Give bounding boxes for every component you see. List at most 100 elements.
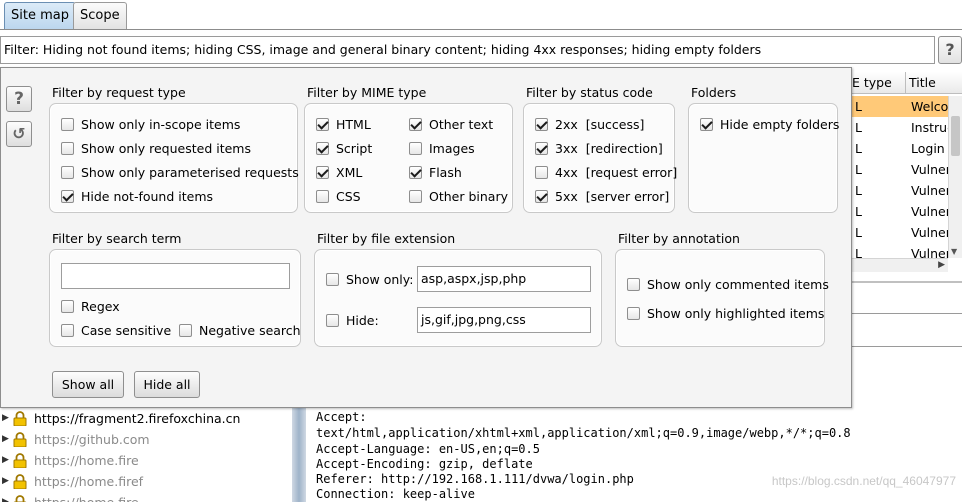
scroll-down-arrow-icon[interactable]: ▼ xyxy=(951,247,957,256)
checkbox[interactable] xyxy=(409,118,422,131)
checkbox[interactable] xyxy=(409,142,422,155)
lock-icon xyxy=(13,453,27,468)
table-row[interactable]: L Vulnera xyxy=(849,201,949,222)
table-row[interactable]: L Login : xyxy=(849,138,949,159)
checkbox-label: Hide empty folders xyxy=(720,117,840,132)
tab-site-map[interactable]: Site map xyxy=(4,2,76,29)
table-cell: L xyxy=(855,204,862,219)
checkbox-label: XML xyxy=(336,165,363,180)
checkbox[interactable] xyxy=(61,300,74,313)
checkbox-label: Show only requested items xyxy=(81,141,251,156)
checkbox-label: Script xyxy=(336,141,373,156)
folders-group: Hide empty folders xyxy=(688,103,840,213)
table-cell: L xyxy=(855,162,862,177)
help-icon[interactable]: ? xyxy=(6,86,32,112)
scroll-right-arrow-icon[interactable]: ▶ xyxy=(938,260,945,270)
column-header-title[interactable]: Title xyxy=(906,72,962,94)
checkbox-label: Flash xyxy=(429,165,462,180)
checkbox-label: Show only commented items xyxy=(647,277,829,292)
section-title-search-term: Filter by search term xyxy=(52,231,182,246)
table-cell: L xyxy=(855,120,862,135)
lock-icon xyxy=(13,432,27,447)
request-line: Accept: xyxy=(316,410,367,424)
section-title-file-extension: Filter by file extension xyxy=(317,231,456,246)
checkbox-label: Show only highlighted items xyxy=(647,306,825,321)
file-extension-group: Show only: asp,aspx,jsp,php Hide: js,gif… xyxy=(314,249,602,347)
table-row[interactable]: L Instruct xyxy=(849,117,949,138)
request-line: Connection: keep-alive xyxy=(316,487,475,501)
request-line: Accept-Encoding: gzip, deflate xyxy=(316,457,533,471)
checkbox[interactable] xyxy=(316,142,329,155)
hide-all-button[interactable]: Hide all xyxy=(134,371,200,398)
checkbox[interactable] xyxy=(627,278,640,291)
checkbox[interactable] xyxy=(179,324,192,337)
checkbox-label: 4xx [request error] xyxy=(555,165,678,180)
checkbox-label: Case sensitive xyxy=(81,323,172,338)
show-only-extension-input[interactable]: asp,aspx,jsp,php xyxy=(417,266,591,292)
checkbox[interactable] xyxy=(61,142,74,155)
restore-defaults-icon[interactable]: ↺ xyxy=(6,121,32,147)
checkbox-label: Show only: xyxy=(346,272,414,287)
request-line: Referer: http://192.168.1.111/dvwa/login… xyxy=(316,472,634,486)
site-map-table: E type Title LWelcor LInstruct LLogin : … xyxy=(848,72,962,272)
checkbox[interactable] xyxy=(627,307,640,320)
section-title-status-code: Filter by status code xyxy=(526,85,653,100)
tree-item-label: https://home.firef xyxy=(34,474,144,489)
table-row[interactable]: L Vulnera xyxy=(849,180,949,201)
status-code-group: 2xx [success] 3xx [redirection] 4xx [req… xyxy=(523,103,678,213)
checkbox-label: CSS xyxy=(336,189,361,204)
expand-arrow-icon[interactable]: ▶ xyxy=(2,450,9,471)
checkbox[interactable] xyxy=(61,190,74,203)
checkbox[interactable] xyxy=(316,118,329,131)
tab-scope[interactable]: Scope xyxy=(73,2,127,29)
table-row[interactable]: L Vulnera xyxy=(849,159,949,180)
checkbox[interactable] xyxy=(316,166,329,179)
mime-type-group: HTML Script XML CSS Other text Images Fl… xyxy=(304,103,513,213)
request-type-group: Show only in-scope items Show only reque… xyxy=(49,103,299,213)
checkbox-label: Regex xyxy=(81,299,120,314)
question-icon[interactable]: ? xyxy=(938,36,962,64)
checkbox[interactable] xyxy=(409,166,422,179)
checkbox[interactable] xyxy=(700,118,713,131)
expand-arrow-icon[interactable]: ▶ xyxy=(2,429,9,450)
checkbox[interactable] xyxy=(326,273,339,286)
expand-arrow-icon[interactable]: ▶ xyxy=(2,492,9,502)
pane-splitter[interactable] xyxy=(292,408,306,502)
checkbox[interactable] xyxy=(61,118,74,131)
hide-extension-input[interactable]: js,gif,jpg,png,css xyxy=(417,307,591,333)
checkbox[interactable] xyxy=(409,190,422,203)
checkbox[interactable] xyxy=(316,190,329,203)
checkbox[interactable] xyxy=(61,324,74,337)
vertical-scrollbar[interactable]: ▼ xyxy=(948,96,962,258)
table-row[interactable]: L Vulnera xyxy=(849,222,949,243)
checkbox[interactable] xyxy=(61,166,74,179)
table-cell: Instruct xyxy=(911,120,949,135)
checkbox-label: 5xx [server error] xyxy=(555,189,670,204)
filter-settings-popup: ? ↺ Filter by request type Show only in-… xyxy=(0,67,852,408)
table-row[interactable]: L Welcor xyxy=(849,96,949,117)
filter-bar[interactable]: Filter: Hiding not found items; hiding C… xyxy=(0,36,935,64)
column-header-mime-type[interactable]: E type xyxy=(849,72,906,94)
tree-item-label: https://home.fire xyxy=(34,492,139,502)
show-all-button[interactable]: Show all xyxy=(52,371,124,398)
table-cell: L xyxy=(855,99,862,114)
annotation-group: Show only commented items Show only high… xyxy=(615,249,829,347)
table-cell: Welcor xyxy=(911,99,949,114)
checkbox[interactable] xyxy=(535,142,548,155)
expand-arrow-icon[interactable]: ▶ xyxy=(2,408,9,429)
search-term-input[interactable] xyxy=(61,263,290,289)
checkbox-label: Show only in-scope items xyxy=(81,117,241,132)
checkbox[interactable] xyxy=(535,190,548,203)
horizontal-scrollbar[interactable]: ▶ xyxy=(848,258,948,272)
checkbox-label: 2xx [success] xyxy=(555,117,645,132)
scrollbar-thumb[interactable] xyxy=(951,116,960,156)
checkbox[interactable] xyxy=(326,314,339,327)
request-line: Accept-Language: en-US,en;q=0.5 xyxy=(316,442,540,456)
checkbox-label: Negative search xyxy=(199,323,301,338)
expand-arrow-icon[interactable]: ▶ xyxy=(2,471,9,492)
checkbox[interactable] xyxy=(535,118,548,131)
checkbox[interactable] xyxy=(535,166,548,179)
pane-divider[interactable] xyxy=(848,281,962,283)
checkbox-label: HTML xyxy=(336,117,371,132)
lock-icon xyxy=(13,474,27,489)
